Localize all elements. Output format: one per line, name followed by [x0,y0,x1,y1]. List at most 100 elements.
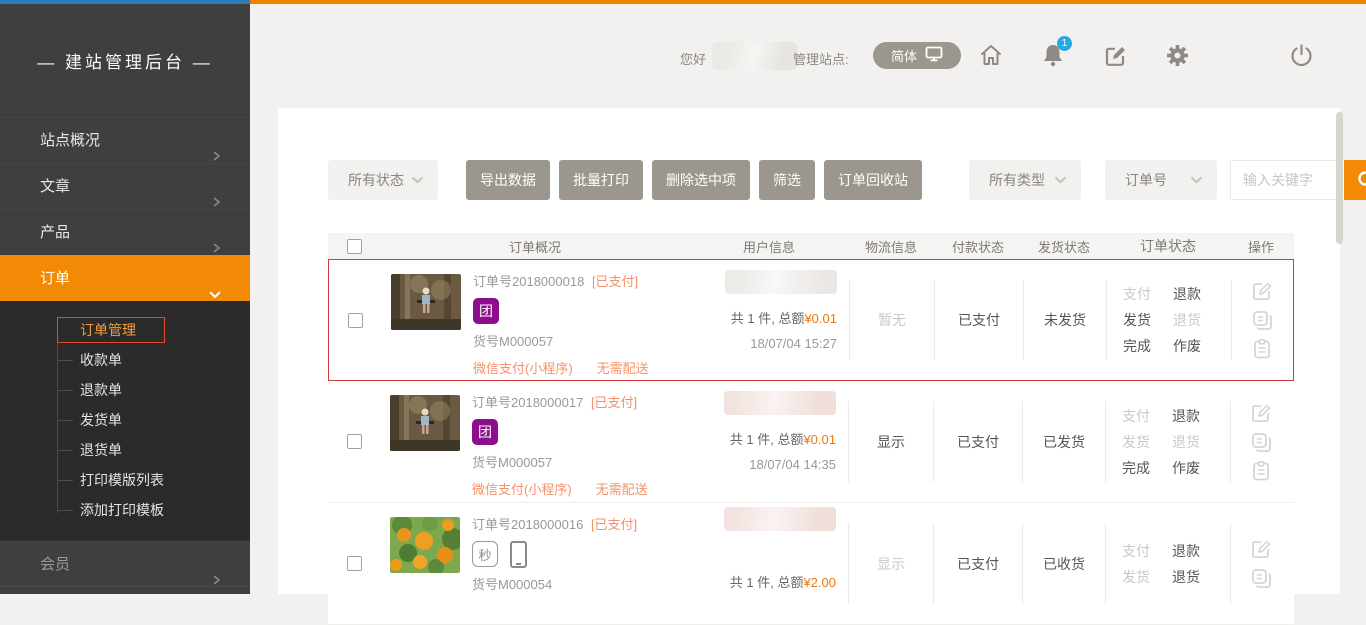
payment-status: 已支付 [935,260,1023,380]
print-order-icon[interactable] [1249,430,1273,454]
edit-order-icon[interactable] [1249,537,1273,561]
submenu-item-add-print-template[interactable]: 添加打印模板 [0,495,250,525]
submenu-item-label: 收款单 [80,352,122,368]
orders-submenu: 订单管理 收款单 退款单 发货单 退货单 打印模版列表 添加打印模板 [0,301,250,541]
row-operations [1231,503,1291,624]
order-recycle-bin-button[interactable]: 订单回收站 [824,160,922,200]
action-refund[interactable]: 退款 [1173,284,1223,304]
payment-status: 已支付 [934,503,1022,624]
select-all-checkbox[interactable] [347,239,362,254]
status-filter-value: 所有状态 [348,170,404,190]
header-order-overview: 订单概况 [380,237,690,256]
sidebar-item-orders[interactable]: 订单 [0,255,250,301]
print-order-icon[interactable] [1249,566,1273,590]
submenu-item-receipts[interactable]: 收款单 [0,345,250,375]
table-header: 订单概况 用户信息 物流信息 付款状态 发货状态 订单状态 操作 [328,233,1294,259]
submenu-item-print-template-list[interactable]: 打印模版列表 [0,465,250,495]
home-icon[interactable] [978,40,1004,70]
action-refund[interactable]: 退款 [1172,406,1222,426]
edit-order-icon[interactable] [1250,279,1274,303]
table-row: 订单号2018000017 [已支付] 团 货号M000057 微信支付(小程序… [328,381,1294,503]
table-row: 订单号2018000018 [已支付] 团 货号M000057 微信支付(小程序… [328,259,1294,381]
sidebar-item-label: 文章 [40,178,70,195]
print-order-icon[interactable] [1250,308,1274,332]
filter-button[interactable]: 筛选 [759,160,815,200]
status-filter-dropdown[interactable]: 所有状态 [328,160,438,200]
group-buy-badge: 团 [472,419,498,445]
chevron-down-icon [411,176,424,184]
submenu-item-refund-orders[interactable]: 退款单 [0,375,250,405]
type-filter-dropdown[interactable]: 所有类型 [969,160,1081,200]
sidebar-item-articles[interactable]: 文章 [0,163,250,209]
pay-method-label: 微信支付(小程序) [472,480,572,500]
redacted-buyer-name [724,507,836,531]
sidebar-item-members[interactable]: 会员 [0,541,250,587]
sidebar-item-site-overview[interactable]: 站点概况 [0,117,250,163]
order-note-icon[interactable] [1249,459,1273,483]
item-number: 货号M000057 [473,332,649,352]
paid-tag: [已支付] [592,274,638,289]
order-datetime: 18/07/04 15:27 [691,336,837,351]
order-note-icon[interactable] [1250,337,1274,361]
submenu-item-order-management[interactable]: 订单管理 [0,315,250,345]
row-checkbox[interactable] [348,313,363,328]
action-void[interactable]: 作废 [1172,458,1222,478]
notifications-bell-icon[interactable]: 1 [1040,40,1066,70]
order-number: 订单号2018000018 [473,274,584,289]
action-return[interactable]: 退货 [1172,567,1222,587]
sidebar-item-label: 产品 [40,224,70,241]
order-status-actions: 支付 退款 发货 退货 完成 作废 [1107,260,1231,380]
sidebar: — 建站管理后台 — 站点概况 文章 产品 订单 订单管理 收款单 退款单 发货… [0,0,250,594]
delivery-method-label: 无需配送 [597,359,649,379]
sidebar-item-products[interactable]: 产品 [0,209,250,255]
submenu-item-label: 退款单 [80,382,122,398]
apps-grid-icon[interactable] [1226,40,1252,70]
row-checkbox[interactable] [347,434,362,449]
submenu-item-return-orders[interactable]: 退货单 [0,435,250,465]
keyword-search-input[interactable] [1230,160,1344,200]
header-operations: 操作 [1231,237,1291,256]
flash-sale-badge: 秒 [472,541,498,567]
type-filter-value: 所有类型 [989,170,1045,190]
product-image[interactable] [390,395,460,451]
edit-order-icon[interactable] [1249,401,1273,425]
submenu-item-shipping-orders[interactable]: 发货单 [0,405,250,435]
search-button[interactable] [1344,160,1366,200]
delete-selected-button[interactable]: 删除选中项 [652,160,750,200]
header-payment-status: 付款状态 [934,237,1022,256]
product-image[interactable] [391,274,461,330]
edit-icon[interactable] [1102,40,1128,70]
batch-print-button[interactable]: 批量打印 [559,160,643,200]
action-complete[interactable]: 完成 [1122,458,1172,478]
settings-gear-icon[interactable] [1164,40,1190,70]
order-rows: 订单号2018000018 [已支付] 团 货号M000057 微信支付(小程序… [328,259,1294,625]
action-complete[interactable]: 完成 [1123,336,1173,356]
redacted-buyer-name [725,270,837,294]
order-amount: ¥0.01 [803,432,836,447]
sidebar-item-label: 订单 [40,270,70,287]
search-field-value: 订单号 [1125,170,1167,190]
submenu-item-label: 订单管理 [57,317,165,343]
shipping-status: 已发货 [1023,381,1105,502]
scrollbar-thumb[interactable] [1336,112,1343,244]
header-logistics: 物流信息 [849,237,933,256]
order-number: 订单号2018000017 [472,395,583,410]
export-data-button[interactable]: 导出数据 [466,160,550,200]
power-logout-icon[interactable] [1288,40,1314,70]
action-refund[interactable]: 退款 [1172,541,1222,561]
action-pay: 支付 [1122,406,1172,426]
order-datetime: 18/07/04 14:35 [690,457,836,472]
row-checkbox[interactable] [347,556,362,571]
logistics-status[interactable]: 显示 [849,381,933,502]
top-strip-orange [250,0,1366,4]
search-field-dropdown[interactable]: 订单号 [1105,160,1217,200]
header-shipping-status: 发货状态 [1023,237,1105,256]
notification-badge: 1 [1057,36,1072,51]
product-image[interactable] [390,517,460,573]
action-ship[interactable]: 发货 [1123,310,1173,330]
topbar: 您好 管理站点: 简体 1 [250,0,1366,100]
language-switch-button[interactable]: 简体 [873,42,961,69]
action-void[interactable]: 作废 [1173,336,1223,356]
action-pay: 支付 [1122,541,1172,561]
order-status-actions: 支付 退款 发货 退货 完成 作废 [1106,381,1230,502]
